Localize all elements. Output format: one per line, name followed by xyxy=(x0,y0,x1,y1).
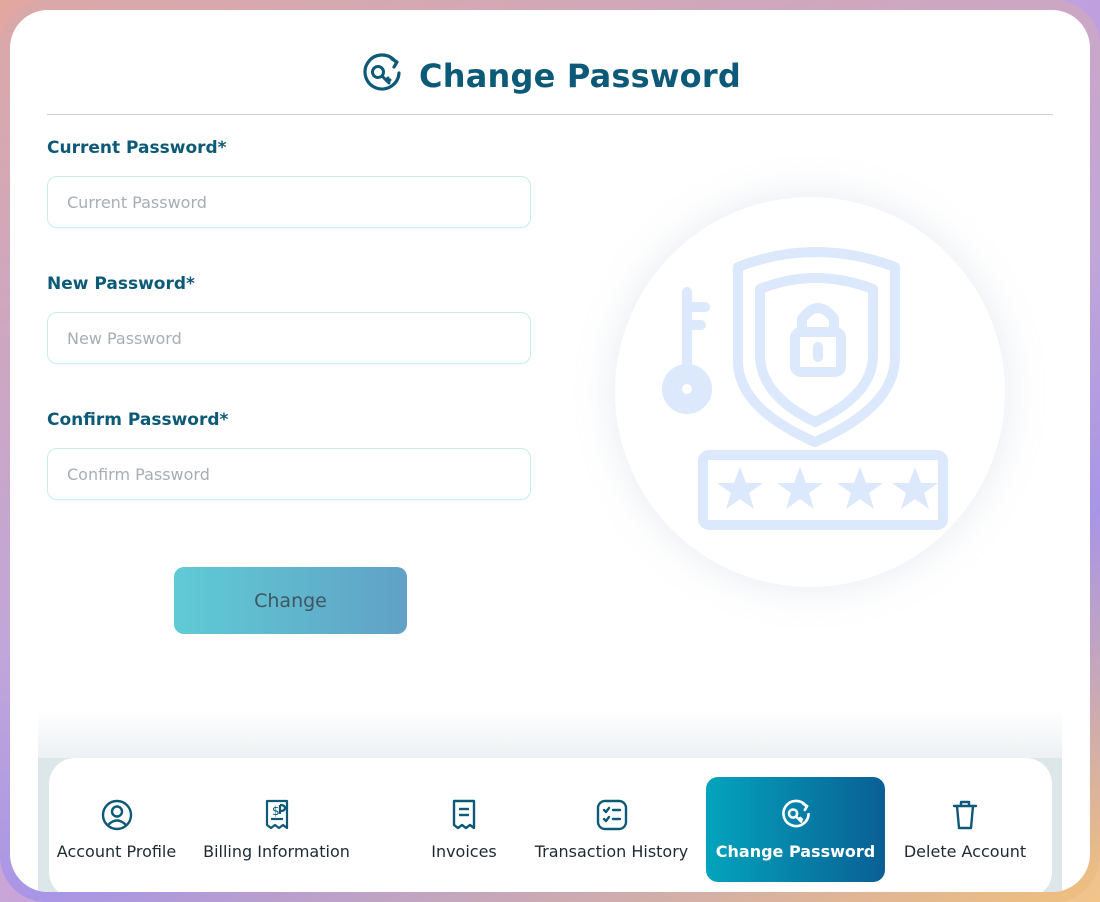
nav-item-account-profile[interactable]: Account Profile xyxy=(49,777,184,882)
current-password-label: Current Password* xyxy=(47,138,227,158)
new-password-input[interactable] xyxy=(47,312,531,364)
confirm-password-label: Confirm Password* xyxy=(47,410,229,430)
nav-label: Invoices xyxy=(431,842,497,861)
trash-icon xyxy=(948,798,982,832)
key-refresh-icon xyxy=(779,798,813,832)
app-frame: Change Password Current Password* New Pa… xyxy=(0,0,1100,902)
nav-item-change-password[interactable]: Change Password xyxy=(706,777,885,882)
nav-label: Delete Account xyxy=(903,842,1027,861)
account-nav: Account Profile $ Billing Information In… xyxy=(49,758,1052,892)
invoice-icon xyxy=(447,798,481,832)
receipt-dollar-icon: $ xyxy=(260,798,294,832)
new-password-label: New Password* xyxy=(47,274,195,294)
current-password-input[interactable] xyxy=(47,176,531,228)
change-password-card: Change Password Current Password* New Pa… xyxy=(10,10,1090,892)
nav-item-delete-account[interactable]: Delete Account xyxy=(895,777,1035,882)
nav-label: Account Profile xyxy=(56,842,177,861)
svg-text:$: $ xyxy=(272,804,280,818)
page-title: Change Password xyxy=(419,57,741,95)
change-button[interactable]: Change xyxy=(174,567,407,634)
header-divider xyxy=(47,114,1053,115)
page-header: Change Password xyxy=(10,48,1090,104)
nav-label: Billing Information xyxy=(203,842,350,861)
nav-item-invoices[interactable]: Invoices xyxy=(414,777,514,882)
change-password-form: Current Password* New Password* Confirm … xyxy=(47,138,533,546)
nav-label: Transaction History xyxy=(534,842,689,861)
nav-label: Change Password xyxy=(715,842,876,861)
confirm-password-input[interactable] xyxy=(47,448,531,500)
nav-item-transaction-history[interactable]: Transaction History xyxy=(529,777,694,882)
shield-lock-password-icon xyxy=(662,247,948,530)
key-refresh-icon xyxy=(359,51,405,101)
checklist-icon xyxy=(595,798,629,832)
user-circle-icon xyxy=(100,798,134,832)
security-illustration xyxy=(615,197,1005,587)
nav-item-billing-information[interactable]: $ Billing Information xyxy=(194,777,359,882)
